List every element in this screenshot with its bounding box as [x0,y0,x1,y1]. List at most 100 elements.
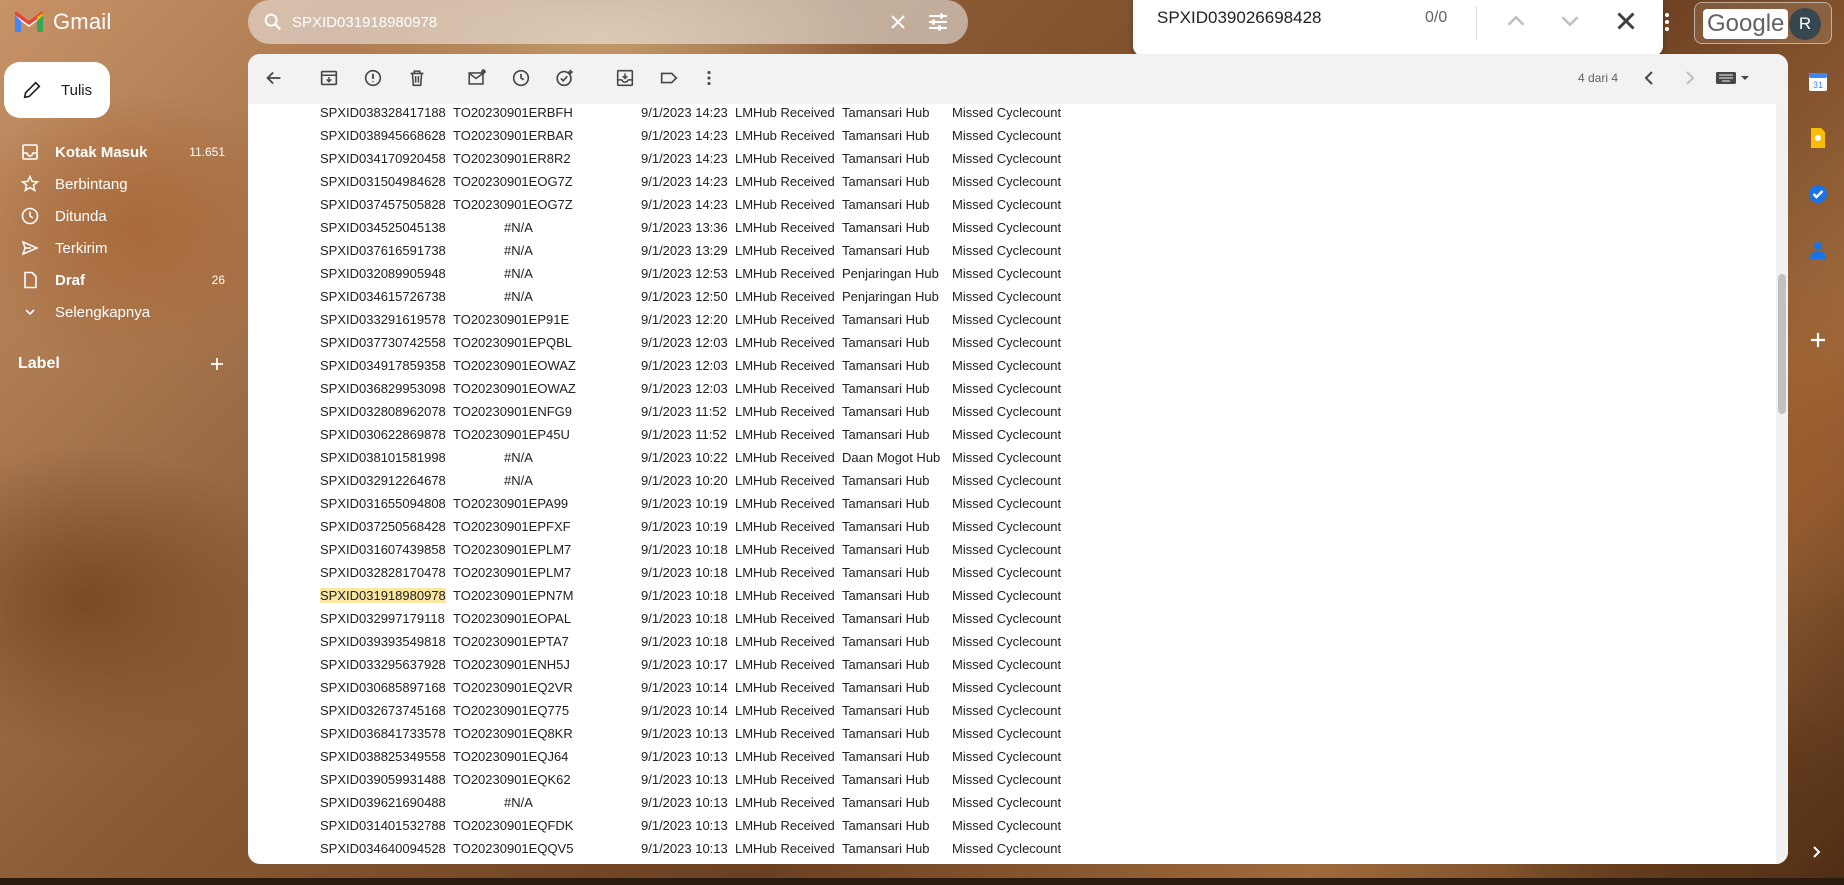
sidebar-item-drafts[interactable]: Draf 26 [0,264,240,296]
remark-text: Missed Cyclecount [952,174,1062,189]
chevron-left-icon[interactable] [1638,66,1662,90]
timestamp: 9/1/2023 10:14 [641,703,728,718]
app-name: Gmail [53,9,112,34]
timestamp: 9/1/2023 10:19 [641,519,728,534]
transfer-order-id: TO20230901EOWAZ [453,381,576,396]
status-text: LMHub Received [735,496,835,511]
timestamp: 9/1/2023 12:50 [641,289,728,304]
hub-name: Tamansari Hub [842,680,930,695]
transfer-order-id: TO20230901ERBFH [453,105,573,120]
search-options-icon[interactable] [926,10,950,34]
timestamp: 9/1/2023 12:20 [641,312,728,327]
close-icon[interactable] [1611,6,1641,36]
google-logo[interactable]: Google [1703,9,1789,39]
avatar[interactable]: R [1789,8,1821,40]
remark-text: Missed Cyclecount [952,703,1062,718]
svg-text:31: 31 [1813,80,1823,90]
sidebar-item-label: Berbintang [55,175,128,193]
timestamp: 9/1/2023 10:22 [641,450,728,465]
tasks-icon[interactable] [1806,182,1830,206]
hub-name: Tamansari Hub [842,381,930,396]
shipment-id: SPXID037457505828 [320,197,446,212]
trash-icon[interactable] [406,67,428,89]
more-vert-icon[interactable] [698,67,720,89]
search-icon[interactable] [262,11,284,33]
keyboard-icon[interactable] [1714,68,1754,88]
hub-name: Tamansari Hub [842,657,930,672]
chevron-right-icon[interactable] [1806,842,1826,862]
timestamp: 9/1/2023 14:23 [641,128,728,143]
message-view: 4 dari 4 SPXID038328417188 TO20230901ERBF… [248,54,1788,864]
timestamp: 9/1/2023 14:23 [641,197,728,212]
remark-text: Missed Cyclecount [952,427,1062,442]
timestamp: 9/1/2023 12:53 [641,266,728,281]
calendar-icon[interactable]: 31 [1806,70,1830,94]
transfer-order-id: TO20230901EOG7Z [453,197,573,212]
sidebar-item-sent[interactable]: Terkirim [0,232,240,264]
remark-text: Missed Cyclecount [952,335,1062,350]
message-toolbar: 4 dari 4 [248,54,1788,104]
chevron-up-icon[interactable] [1501,6,1531,36]
status-text: LMHub Received [735,243,835,258]
sidebar-item-inbox[interactable]: Kotak Masuk 11.651 [0,136,240,168]
compose-button[interactable]: Tulis [4,62,110,118]
status-text: LMHub Received [735,450,835,465]
timestamp: 9/1/2023 10:13 [641,749,728,764]
status-text: LMHub Received [735,588,835,603]
chevron-down-icon[interactable] [1555,6,1585,36]
shipment-id: SPXID033291619578 [320,312,446,327]
status-text: LMHub Received [735,289,835,304]
shipment-id: SPXID032089905948 [320,266,446,281]
plus-icon[interactable] [1806,328,1830,352]
gmail-logo[interactable]: Gmail [13,9,111,35]
snooze-icon[interactable] [510,67,532,89]
transfer-order-id: TO20230901EOG7Z [453,174,573,189]
shipment-id: SPXID032673745168 [320,703,446,718]
hub-name: Tamansari Hub [842,542,930,557]
status-text: LMHub Received [735,335,835,350]
label-icon[interactable] [658,67,680,89]
remark-text: Missed Cyclecount [952,519,1062,534]
remark-text: Missed Cyclecount [952,634,1062,649]
status-text: LMHub Received [735,726,835,741]
hub-name: Tamansari Hub [842,335,930,350]
remark-text: Missed Cyclecount [952,289,1062,304]
timestamp: 9/1/2023 13:36 [641,220,728,235]
remark-text: Missed Cyclecount [952,381,1062,396]
status-text: LMHub Received [735,772,835,787]
transfer-order-id: TO20230901EP45U [453,427,570,442]
sidebar-item-more[interactable]: Selengkapnya [0,296,240,328]
find-input[interactable]: SPXID039026698428 [1157,8,1321,28]
add-task-icon[interactable] [554,67,576,89]
keep-icon[interactable] [1806,126,1830,150]
hub-name: Tamansari Hub [842,565,930,580]
hub-name: Tamansari Hub [842,588,930,603]
transfer-order-id: TO20230901EPQBL [453,335,573,350]
chevron-right-icon[interactable] [1677,66,1701,90]
scrollbar-thumb[interactable] [1778,274,1786,414]
transfer-order-id: TO20230901EPA99 [453,496,569,511]
draft-icon [24,271,37,289]
mark-unread-icon[interactable] [466,67,488,89]
back-arrow-icon[interactable] [263,67,285,89]
contacts-icon[interactable] [1806,238,1830,262]
transfer-order-id: #N/A [504,450,533,465]
apps-more-icon[interactable] [1660,10,1674,34]
search-input[interactable] [292,8,872,36]
sidebar-item-starred[interactable]: Berbintang [0,168,240,200]
report-spam-icon[interactable] [362,67,384,89]
transfer-order-id: TO20230901EOWAZ [453,358,576,373]
archive-icon[interactable] [318,67,340,89]
hub-name: Tamansari Hub [842,496,930,511]
shipment-id: SPXID031607439858 [320,542,446,557]
sidebar-item-snoozed[interactable]: Ditunda [0,200,240,232]
scrollbar[interactable] [1776,104,1788,864]
timestamp: 9/1/2023 10:13 [641,795,728,810]
status-text: LMHub Received [735,657,835,672]
close-icon[interactable] [886,10,910,34]
plus-icon[interactable] [207,354,227,374]
shipment-id: SPXID034615726738 [320,289,446,304]
timestamp: 9/1/2023 12:03 [641,335,728,350]
move-to-icon[interactable] [614,67,636,89]
hub-name: Tamansari Hub [842,220,930,235]
